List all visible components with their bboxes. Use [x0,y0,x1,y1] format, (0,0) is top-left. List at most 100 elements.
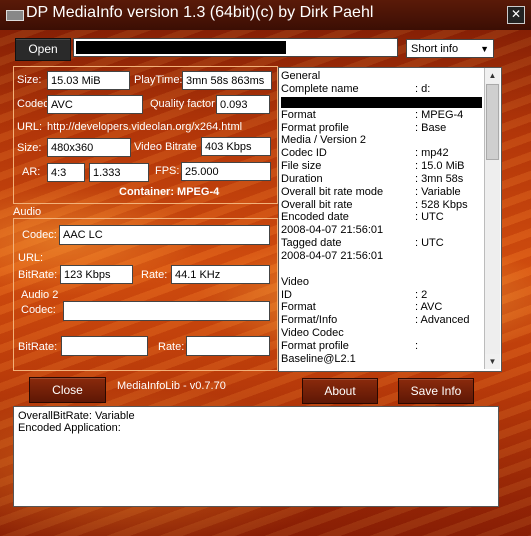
file-path-field[interactable] [73,38,398,57]
view-mode-select[interactable]: Short info ▼ [406,39,494,58]
report-line-key: Overall bit rate [281,198,353,211]
report-line-key: Duration [281,172,323,185]
quality-label: Quality factor [150,98,215,110]
info-report-text: General Complete name: d: Format: MPEG-4 Fo… [281,70,482,368]
audio-section-label: Audio [13,206,42,218]
report-line-value: : UTC [415,211,444,224]
video-codec-field[interactable]: AVC [47,95,143,114]
audio2-label: Audio 2 [21,289,59,301]
report-line-value: : 15.0 MiB [415,160,465,173]
audio2-bitrate-field[interactable] [61,336,148,356]
video-bitrate-field[interactable]: 403 Kbps [201,137,271,156]
report-line-value: : Variable [415,185,461,198]
audio-bitrate-field[interactable]: 123 Kbps [60,265,133,284]
audio-rate-field[interactable]: 44.1 KHz [171,265,270,284]
report-line-key [281,263,284,276]
audio-rate-label: Rate: [141,269,168,281]
audio-codec-field[interactable]: AAC LC [59,225,270,245]
report-line-value: : [415,339,419,352]
report-line: File size : 15.0 MiB [281,160,482,173]
report-line-key: Codec ID [281,147,327,160]
bottom-line-2: Encoded Application: [18,422,121,434]
dimension-field[interactable]: 480x360 [47,138,131,157]
close-button[interactable]: Close [29,377,106,403]
audio2-rate-field[interactable] [186,336,270,356]
mediainfo-window: DP MediaInfo version 1.3 (64bit)(c) by D… [0,0,531,536]
app-icon [6,10,24,21]
report-line: General [281,70,482,83]
report-line-key: Format [281,301,316,314]
report-line: Tagged date: UTC [281,237,482,250]
report-line: Complete name : d: [281,83,482,96]
report-line: Baseline@L2.1 [281,353,482,366]
window-title: DP MediaInfo version 1.3 (64bit)(c) by D… [26,4,374,21]
title-bar: DP MediaInfo version 1.3 (64bit)(c) by D… [0,0,531,30]
ar-field[interactable]: 4:3 [47,163,85,182]
report-line: Format/Info: Advanced [281,314,482,327]
report-line-key: Format profile [281,339,349,352]
bottom-line-1: OverallBitRate: Variable [18,410,135,422]
report-line: Overall bit rate mode : Variable [281,186,482,199]
library-version-label: MediaInfoLib - v0.7.70 [117,380,226,392]
audio2-rate-label: Rate: [158,341,185,353]
window-close-button[interactable]: ✕ [507,6,525,24]
report-line-key: Complete name [281,82,359,95]
audio-bitrate-label: BitRate: [18,269,58,281]
report-line-key: Format [281,108,316,121]
size-label: Size: [17,74,42,86]
fps-field[interactable]: 25.000 [181,162,271,181]
report-line-value: : Advanced [415,314,470,327]
size-field[interactable]: 15.03 MiB [47,71,130,90]
report-line: Encoded date: UTC [281,211,482,224]
scroll-up-icon[interactable]: ▲ [485,68,500,83]
report-line: 2008-04-07 21:56:01 [281,250,482,263]
report-line-value: : d: [415,82,431,95]
report-line-value: : 2 [415,288,428,301]
report-line-key: Baseline@L2.1 [281,352,356,365]
ar-label: AR: [22,166,41,178]
report-line-key: File size [281,160,322,173]
chevron-down-icon: ▼ [480,44,489,54]
report-line-key: Overall bit rate mode [281,185,384,198]
report-line-key: 2008-04-07 21:56:01 [281,249,384,262]
audio2-codec-field[interactable] [63,301,270,321]
save-info-button[interactable]: Save Info [398,378,474,404]
scroll-thumb[interactable] [486,84,499,160]
report-line: 2008-04-07 21:56:01 [281,224,482,237]
report-line-key: Video Codec [281,327,344,340]
report-line-value: : 528 Kbps [415,198,468,211]
report-line-key: Tagged date [281,237,342,250]
report-line: Format profile: Base [281,122,482,135]
audio2-bitrate-label: BitRate: [18,341,58,353]
fps-label: FPS: [155,165,180,177]
playtime-field[interactable]: 3mn 58s 863ms [182,71,272,90]
report-scrollbar[interactable]: ▲ ▼ [484,68,500,369]
redacted-path [76,41,286,54]
report-line-key: General [281,70,321,82]
report-line-value: : mp42 [415,147,449,160]
report-line [281,263,482,276]
quality-field[interactable]: 0.093 [216,95,270,114]
ar-ratio-field[interactable]: 1.333 [89,163,149,182]
report-line-key: ID [281,288,292,301]
url-value: http://developers.videolan.org/x264.html [47,121,243,133]
report-line-key: Media / Version 2 [281,134,366,147]
report-line: Video Codec [281,327,482,340]
report-line-value: : Base [415,121,447,134]
audio2-codec-label: Codec: [21,304,56,316]
report-line: ID : 2 [281,289,482,302]
report-line: Media / Version 2 [281,134,482,147]
report-line: Video [281,276,482,289]
report-line: Format: AVC [281,301,482,314]
report-line-value: : 3mn 58s [415,172,464,185]
report-line: Format profile: [281,340,482,353]
scroll-down-icon[interactable]: ▼ [485,354,500,369]
audio-codec-label: Codec: [22,229,57,241]
report-line-key: Video [281,275,309,288]
open-button[interactable]: Open [15,38,71,61]
redacted-line [281,96,482,108]
about-button[interactable]: About [302,378,378,404]
video-bitrate-label: Video Bitrate [134,141,197,153]
view-mode-value: Short info [411,43,459,55]
report-line: Overall bit rate : 528 Kbps [281,199,482,212]
